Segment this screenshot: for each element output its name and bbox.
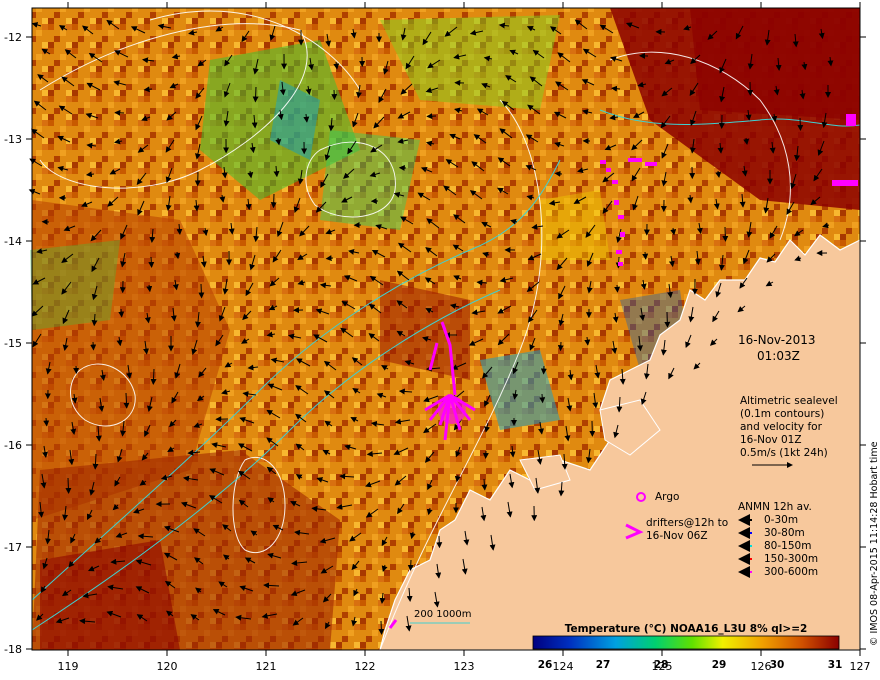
velocity-arrow (436, 535, 443, 549)
y-tick-label: -18 (4, 643, 22, 656)
isobath-label: 200 1000m (414, 609, 471, 620)
colorbar: Temperature (°C) NOAA16_L3U 8% ql>=2 26 2… (532, 623, 843, 671)
colorbar-tick-label: 29 (712, 659, 727, 671)
velocity-arrow (123, 392, 130, 409)
colorbar-gradient (532, 635, 840, 650)
velocity-arrow (198, 283, 205, 299)
y-tick-label: -15 (4, 337, 22, 350)
x-tick-label: 121 (256, 660, 277, 673)
velocity-arrow (148, 256, 155, 268)
colorbar-tick-label: 28 (654, 659, 669, 671)
velocity-arrow (270, 193, 277, 209)
y-tick-label: -16 (4, 439, 22, 452)
argo-label: Argo (655, 491, 679, 503)
velocity-arrow (642, 251, 649, 260)
anmn-legend-label: 80-150m (764, 540, 811, 552)
altimetry-line: (0.1m contours) (740, 408, 824, 420)
colorbar-tick-label: 27 (596, 659, 611, 671)
time-label: 01:03Z (757, 349, 800, 363)
velocity-arrow (557, 341, 564, 352)
x-tick-label: 126 (751, 660, 772, 673)
velocity-arrow (43, 417, 50, 427)
colorbar-title: Temperature (°C) NOAA16_L3U 8% ql>=2 (565, 623, 808, 635)
altimetry-line: 0.5m/s (1kt 24h) (740, 447, 828, 459)
colorbar-tick-label: 26 (538, 659, 553, 671)
colorbar-tick-label: 31 (828, 659, 843, 671)
altimetry-line: and velocity for (740, 421, 823, 433)
colorbar-tick-label: 30 (770, 659, 785, 671)
velocity-arrow (325, 255, 334, 262)
velocity-arrow (407, 559, 414, 571)
altimetry-line: Altimetric sealevel (740, 395, 838, 407)
anmn-legend-label: 0-30m (764, 514, 798, 526)
x-tick-label: 120 (157, 660, 178, 673)
drifters-line: 16-Nov 06Z (646, 530, 708, 542)
velocity-arrow (722, 226, 729, 242)
velocity-arrow (65, 477, 72, 494)
drifters-line: drifters@12h to (646, 517, 728, 529)
y-tick-label: -12 (4, 31, 22, 44)
x-tick-label: 123 (454, 660, 475, 673)
velocity-arrow (378, 620, 385, 635)
anmn-title: ANMN 12h av. (738, 501, 812, 513)
velocity-arrow (554, 170, 563, 177)
altimetry-line: 16-Nov 01Z (740, 434, 802, 446)
velocity-arrow (118, 308, 125, 318)
y-tick-label: -14 (4, 235, 22, 248)
credit-text: © IMOS 08-Apr-2015 11:14:28 Hobart time (869, 441, 880, 646)
y-tick-label: -17 (4, 541, 22, 554)
colorbar-ticks: 26 27 28 29 30 31 (538, 659, 843, 671)
ocean-temperature-map: 119 120 121 122 123 124 125 126 127 -12-13-14-15… (4, 2, 880, 673)
y-tick-label: -13 (4, 133, 22, 146)
velocity-arrow (539, 393, 546, 404)
x-tick-label: 124 (553, 660, 574, 673)
velocity-arrow (614, 284, 621, 293)
x-tick-label: 127 (850, 660, 871, 673)
velocity-arrow (331, 89, 338, 101)
date-label: 16-Nov-2013 (738, 333, 816, 347)
x-tick-label: 122 (355, 660, 376, 673)
anmn-legend-label: 150-300m (764, 553, 818, 565)
plot-area (28, 7, 861, 651)
velocity-arrow (150, 368, 157, 385)
velocity-arrow (664, 311, 671, 328)
velocity-arrow (797, 117, 804, 131)
x-tick-label: 119 (58, 660, 79, 673)
anmn-legend-label: 30-80m (764, 527, 805, 539)
velocity-arrow (252, 86, 259, 103)
velocity-arrow (90, 341, 97, 351)
anmn-legend-label: 300-600m (764, 566, 818, 578)
